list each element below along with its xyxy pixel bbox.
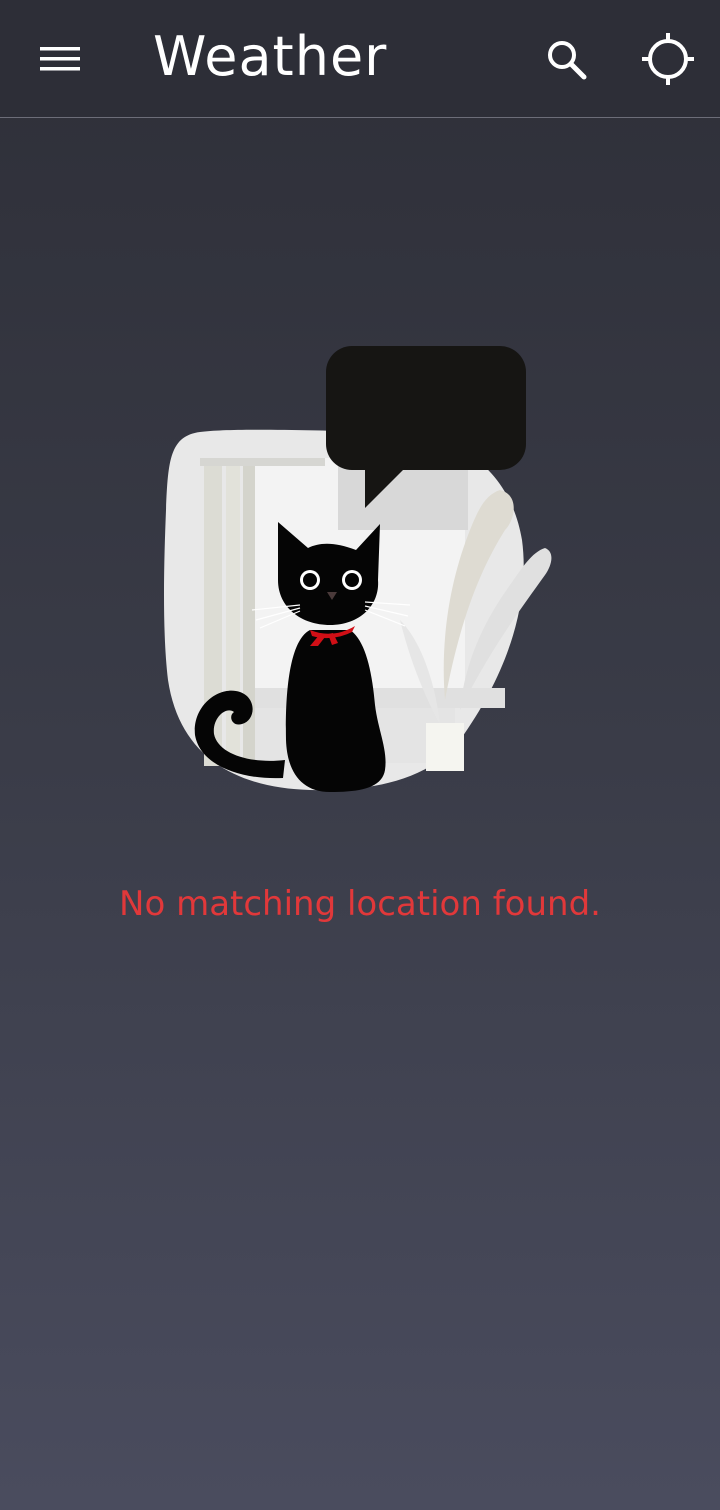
menu-button[interactable] bbox=[30, 30, 90, 90]
search-button[interactable] bbox=[536, 29, 596, 89]
cat-illustration bbox=[164, 346, 552, 792]
my-location-icon bbox=[642, 33, 694, 85]
menu-icon bbox=[40, 47, 80, 71]
empty-state-illustration bbox=[160, 340, 560, 800]
no-results-message: No matching location found. bbox=[119, 884, 601, 924]
app-bar: Weather bbox=[0, 0, 720, 118]
search-icon bbox=[548, 41, 587, 80]
app-title: Weather bbox=[153, 25, 388, 88]
my-location-button[interactable] bbox=[638, 29, 698, 89]
